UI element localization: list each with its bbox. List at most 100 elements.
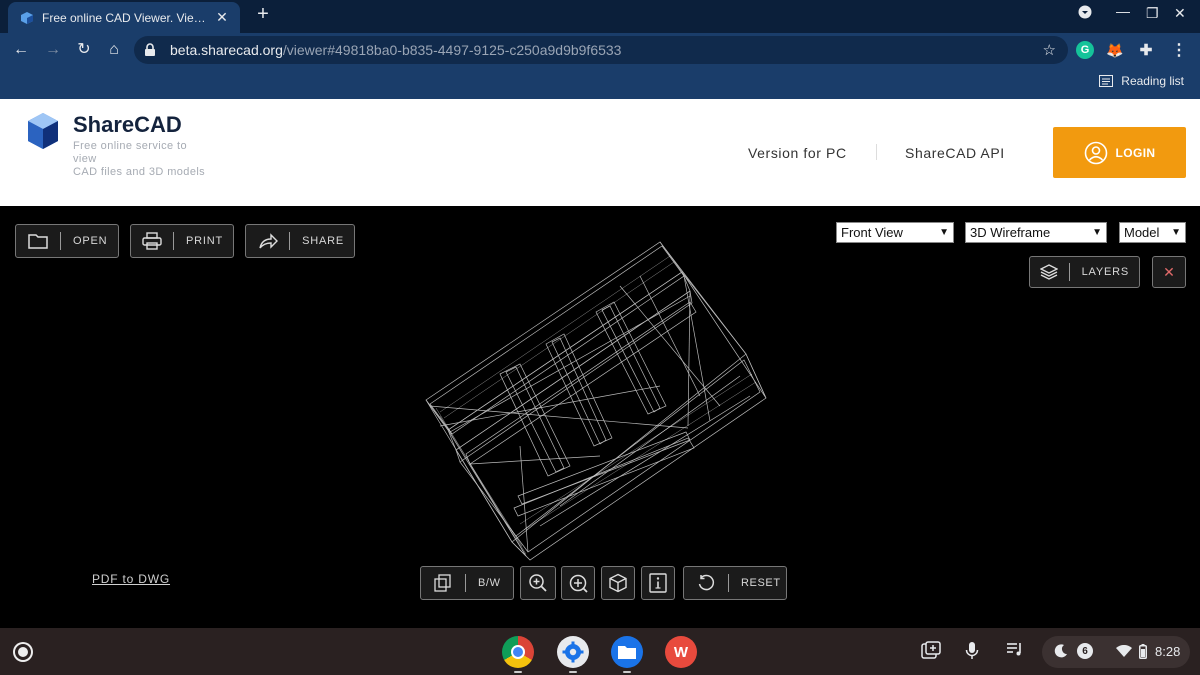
os-shelf: W 6 8:28 (0, 628, 1200, 675)
extensions-puzzle-icon[interactable]: ✚ (1137, 41, 1155, 59)
reload-button[interactable]: ↻ (73, 39, 95, 61)
user-icon (1084, 141, 1108, 165)
button-divider (465, 574, 466, 592)
launcher-button[interactable] (15, 644, 31, 660)
minimize-button[interactable]: — (1116, 3, 1130, 19)
screen-capture-icon[interactable] (921, 641, 941, 659)
copy-pages-icon (421, 574, 465, 592)
sharecad-logo-icon[interactable] (26, 111, 60, 151)
tagline-line-1: Free online service to view (73, 140, 187, 165)
chevron-down-icon: ▼ (939, 227, 949, 238)
zoom-plus-circle-icon (568, 573, 588, 593)
metamask-icon[interactable]: 🦊 (1106, 41, 1124, 59)
microphone-icon[interactable] (965, 641, 979, 661)
cad-viewer[interactable]: OPEN PRINT SHARE Front View ▼ 3D Wirefra… (0, 206, 1200, 628)
new-tab-button[interactable]: + (252, 3, 274, 26)
share-arrow-icon (246, 233, 289, 249)
tagline-line-2: CAD files and 3D models (73, 166, 206, 178)
wps-office-icon[interactable]: W (665, 636, 697, 668)
open-button[interactable]: OPEN (15, 224, 119, 258)
do-not-disturb-moon-icon (1054, 644, 1068, 658)
status-area[interactable]: 6 8:28 (1042, 636, 1190, 668)
lock-icon (144, 43, 162, 57)
info-icon (649, 573, 667, 593)
site-header: ShareCAD Free online service to view CAD… (0, 99, 1200, 206)
running-indicator (569, 671, 577, 673)
space-select[interactable]: Model ▼ (1119, 222, 1186, 243)
running-indicator (623, 671, 631, 673)
wps-letter: W (673, 643, 689, 661)
forward-button[interactable]: → (42, 39, 64, 61)
button-divider (728, 574, 729, 592)
render-mode-select[interactable]: 3D Wireframe ▼ (965, 222, 1107, 243)
battery-icon (1139, 644, 1147, 659)
tab-title: Free online CAD Viewer. View Au (42, 10, 214, 25)
share-button[interactable]: SHARE (245, 224, 355, 258)
close-layers-button[interactable]: ✕ (1152, 256, 1186, 288)
share-label: SHARE (302, 235, 344, 247)
info-button[interactable] (641, 566, 675, 600)
url-path: /viewer#49818ba0-b835-4497-9125-c250a9d9… (282, 42, 622, 58)
reset-button[interactable]: RESET (683, 566, 787, 600)
media-controls-icon[interactable] (1006, 641, 1024, 657)
3d-view-button[interactable] (601, 566, 635, 600)
open-label: OPEN (73, 235, 108, 247)
nav-sharecad-api[interactable]: ShareCAD API (905, 145, 1005, 161)
reset-label: RESET (741, 577, 781, 589)
restore-button[interactable]: ❐ (1146, 5, 1159, 22)
reset-rotate-icon (684, 574, 728, 592)
space-select-value: Model (1124, 225, 1160, 240)
view-select[interactable]: Front View ▼ (836, 222, 954, 243)
bw-button[interactable]: B/W (420, 566, 514, 600)
sharecad-favicon-icon (20, 11, 34, 25)
browser-tab[interactable]: Free online CAD Viewer. View Au ✕ (8, 2, 240, 33)
reading-list-button[interactable]: Reading list (1099, 74, 1184, 88)
login-button[interactable]: LOGIN (1053, 127, 1186, 178)
button-divider (173, 232, 174, 250)
running-indicator (514, 671, 522, 673)
tab-close-icon[interactable]: ✕ (214, 9, 230, 26)
reading-list-icon (1099, 75, 1114, 87)
browser-toolbar: ← → ↻ ⌂ beta.sharecad.org/viewer#49818ba… (0, 33, 1200, 66)
login-label: LOGIN (1115, 145, 1156, 160)
layers-button[interactable]: LAYERS (1029, 256, 1140, 288)
window-close-button[interactable]: ✕ (1174, 5, 1186, 22)
browser-tab-strip: Free online CAD Viewer. View Au ✕ + — ❐ … (0, 0, 1200, 33)
brand-name: ShareCAD (73, 112, 182, 137)
chevron-down-icon: ▼ (1171, 227, 1181, 238)
render-mode-select-value: 3D Wireframe (970, 225, 1051, 240)
zoom-extents-button[interactable] (561, 566, 595, 600)
chevron-down-icon: ▼ (1092, 227, 1102, 238)
button-divider (60, 232, 61, 250)
print-label: PRINT (186, 235, 223, 247)
bw-label: B/W (478, 577, 501, 589)
bookmarks-bar: Reading list (0, 66, 1200, 99)
zoom-in-icon (528, 573, 548, 593)
url-host: beta.sharecad.org (170, 42, 283, 58)
pdf-to-dwg-link[interactable]: PDF to DWG (92, 572, 170, 586)
chrome-icon[interactable] (502, 636, 534, 668)
cad-model-wireframe[interactable] (0, 206, 1200, 628)
nav-divider (876, 144, 877, 160)
notification-count-badge: 6 (1077, 643, 1093, 659)
bookmark-star-icon[interactable]: ☆ (1043, 41, 1056, 59)
reading-list-label: Reading list (1121, 74, 1184, 88)
back-button[interactable]: ← (10, 39, 32, 61)
screen: Free online CAD Viewer. View Au ✕ + — ❐ … (0, 0, 1200, 675)
print-button[interactable]: PRINT (130, 224, 234, 258)
address-bar[interactable]: beta.sharecad.org/viewer#49818ba0-b835-4… (134, 36, 1068, 64)
button-divider (1068, 263, 1070, 281)
cube-icon (608, 573, 628, 593)
grammarly-icon[interactable]: G (1076, 41, 1094, 59)
view-select-value: Front View (841, 225, 903, 240)
home-button[interactable]: ⌂ (103, 39, 125, 61)
button-divider (289, 232, 291, 250)
wifi-icon (1116, 645, 1132, 658)
nav-version-for-pc[interactable]: Version for PC (748, 145, 847, 161)
browser-menu-icon[interactable]: ⋮ (1170, 41, 1188, 59)
zoom-in-button[interactable] (520, 566, 556, 600)
settings-icon[interactable] (557, 636, 589, 668)
folder-icon (16, 233, 60, 249)
tab-search-icon[interactable] (1078, 5, 1092, 22)
files-icon[interactable] (611, 636, 643, 668)
